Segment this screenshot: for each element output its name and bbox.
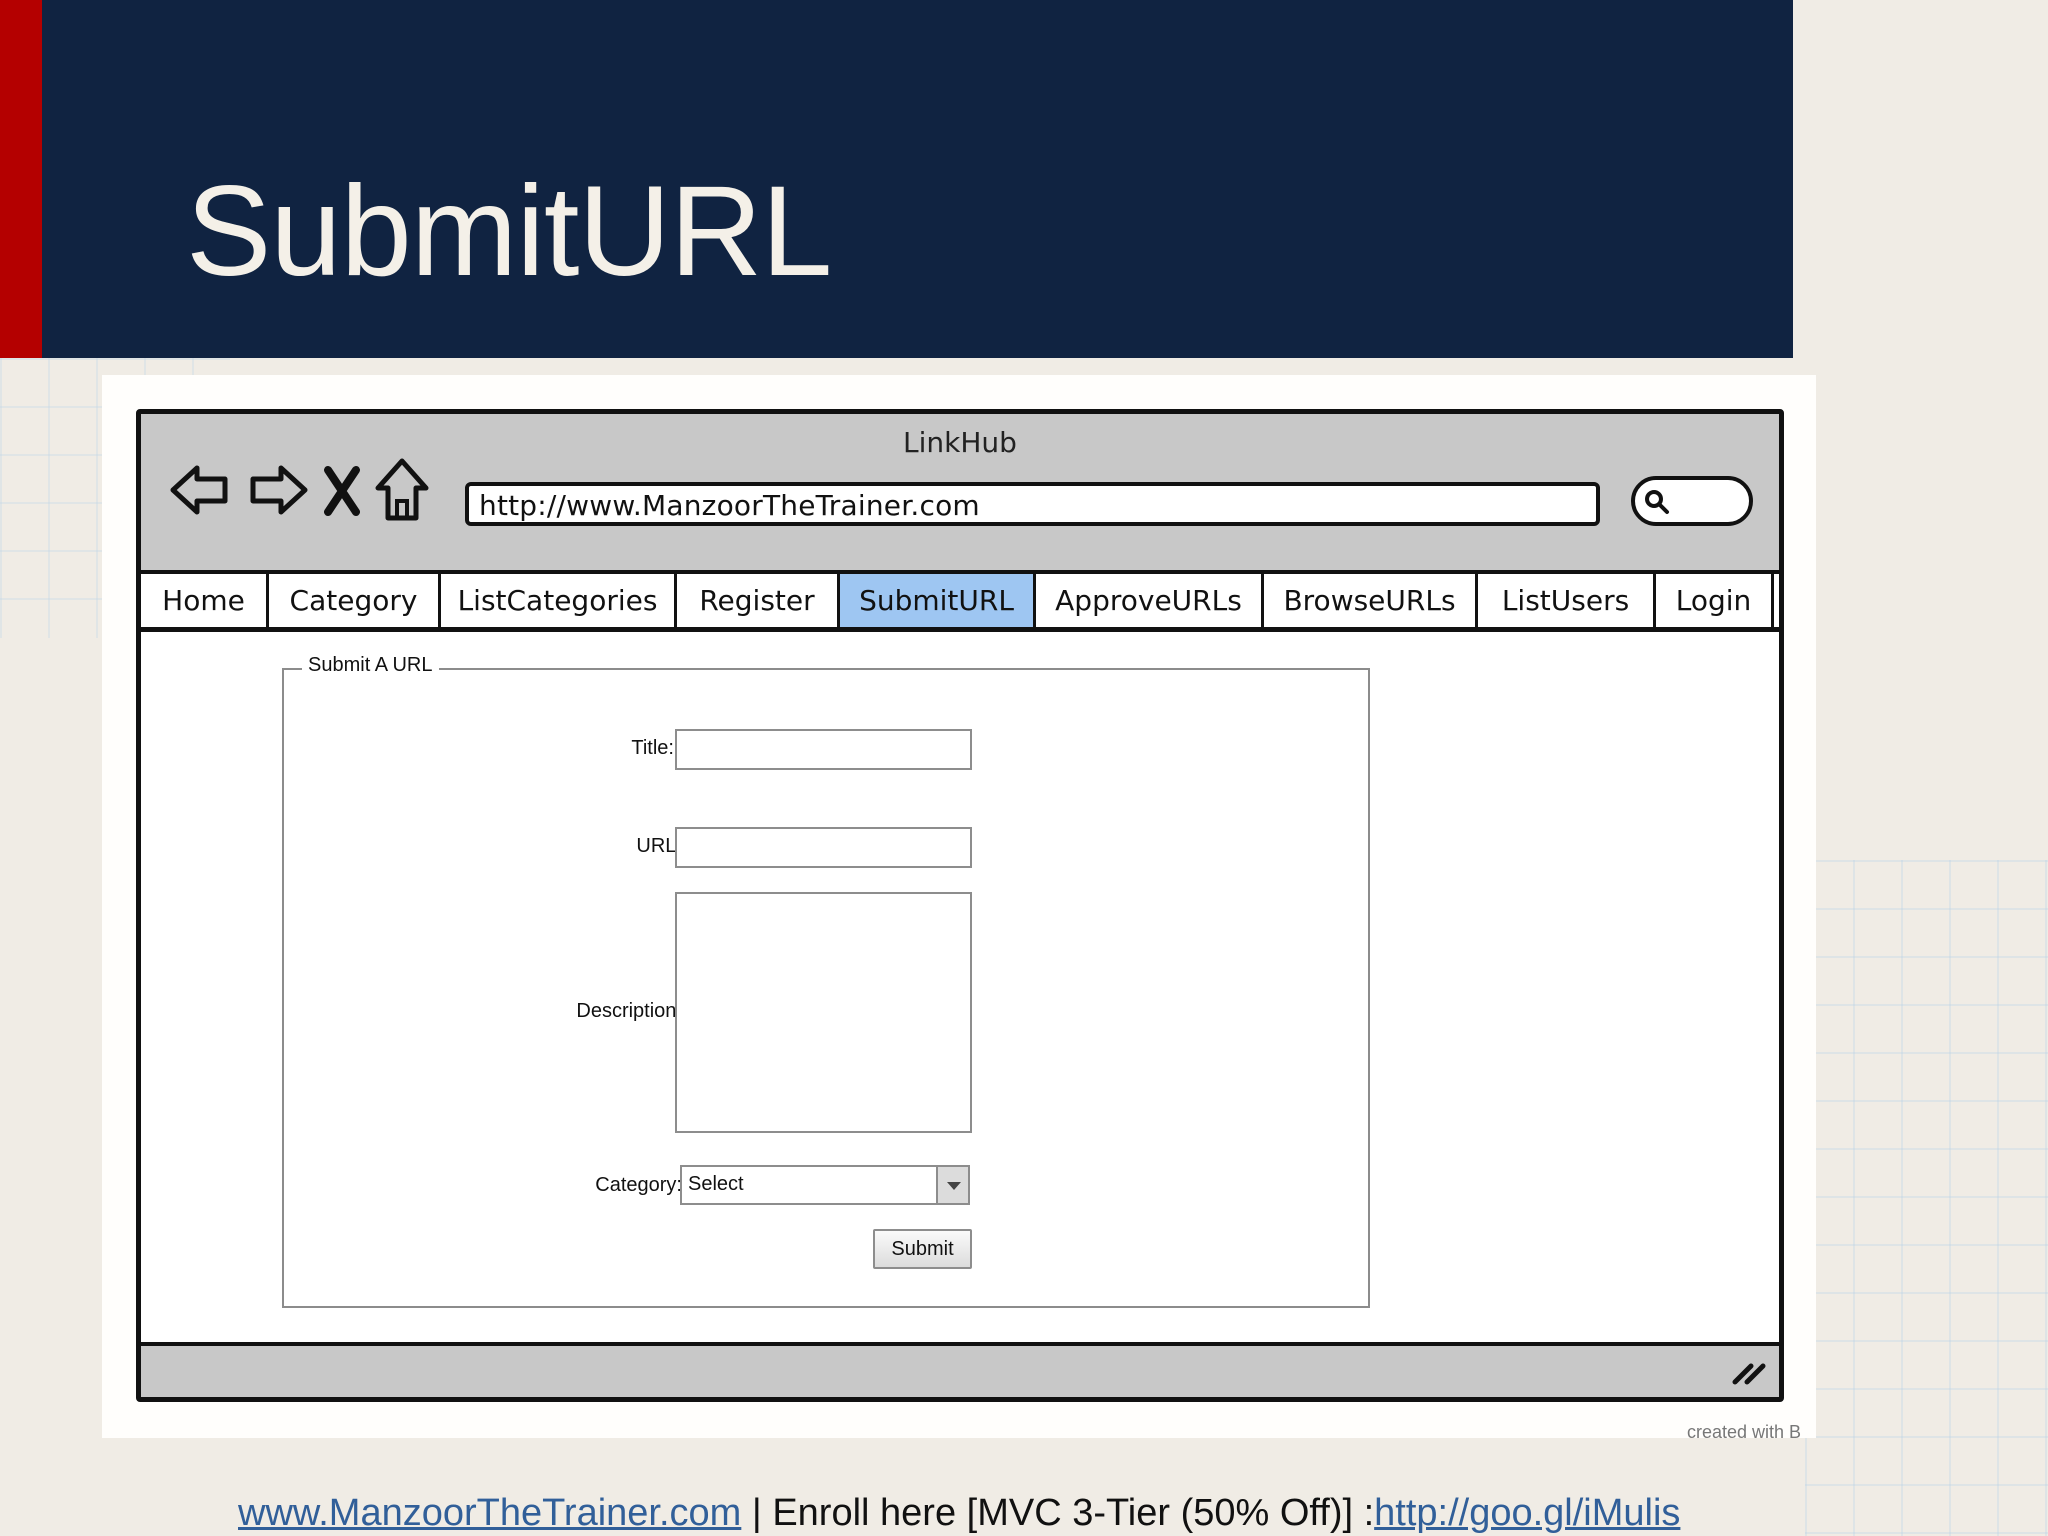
tab-list-users[interactable]: ListUsers	[1478, 574, 1656, 627]
category-select[interactable]: Select	[680, 1165, 970, 1205]
resize-grip-icon[interactable]	[1731, 1358, 1767, 1386]
category-selected-value: Select	[688, 1173, 744, 1195]
back-arrow-icon[interactable]	[169, 459, 231, 521]
submit-url-form: Submit A URL Title: URL: Description: Ca…	[282, 654, 1370, 1308]
tab-login[interactable]: Login	[1656, 574, 1774, 627]
tab-home[interactable]: Home	[141, 574, 269, 627]
header-accent-stripe	[0, 0, 42, 358]
url-input[interactable]	[675, 827, 972, 868]
tab-browse-urls-label: BrowseURLs	[1283, 584, 1456, 617]
slide-header: SubmitURL	[0, 0, 1793, 358]
tab-browse-urls[interactable]: BrowseURLs	[1264, 574, 1478, 627]
tab-list-users-label: ListUsers	[1501, 584, 1630, 617]
chevron-down-icon	[947, 1182, 961, 1190]
tab-home-label: Home	[162, 584, 245, 617]
category-label: Category:	[595, 1174, 682, 1196]
slide-footer: www.ManzoorTheTrainer.com | Enroll here …	[238, 1492, 1680, 1535]
address-bar[interactable]: http://www.ManzoorTheTrainer.com	[465, 482, 1600, 526]
manzoor-site-link[interactable]: www.ManzoorTheTrainer.com	[238, 1492, 741, 1534]
navigation-tabs: Home Category ListCategories Register Su…	[141, 574, 1779, 632]
tab-login-label: Login	[1675, 584, 1752, 617]
title-label: Title:	[631, 737, 674, 759]
tab-list-categories[interactable]: ListCategories	[441, 574, 677, 627]
enroll-link[interactable]: http://goo.gl/iMulis	[1374, 1492, 1680, 1534]
tab-approve-urls-label: ApproveURLs	[1055, 584, 1242, 617]
tab-list-categories-label: ListCategories	[457, 584, 658, 617]
created-with-watermark: created with B	[1687, 1422, 1802, 1442]
tab-category-label: Category	[289, 584, 418, 617]
home-icon[interactable]	[373, 457, 431, 523]
search-icon	[1645, 490, 1669, 514]
form-legend: Submit A URL	[302, 654, 439, 677]
browser-toolbar: LinkHub http://www.ManzoorTheTrainer.com	[141, 414, 1779, 574]
page-content: Submit A URL Title: URL: Description: Ca…	[141, 637, 1779, 1357]
description-label: Description:	[576, 1000, 682, 1022]
browser-navigation-icons	[169, 457, 449, 529]
title-input[interactable]	[675, 729, 972, 770]
footer-enroll-text: | Enroll here [MVC 3-Tier (50% Off)] :	[741, 1492, 1375, 1534]
tab-category[interactable]: Category	[269, 574, 441, 627]
submit-button[interactable]: Submit	[873, 1229, 972, 1269]
slide: SubmitURL LinkHub http://www.ManzoorTheT…	[0, 0, 2048, 1536]
tab-submit-url[interactable]: SubmitURL	[840, 574, 1036, 627]
tab-approve-urls[interactable]: ApproveURLs	[1036, 574, 1264, 627]
url-label: URL:	[636, 835, 682, 857]
description-textarea[interactable]	[675, 892, 972, 1133]
slide-title: SubmitURL	[186, 160, 832, 303]
forward-arrow-icon[interactable]	[247, 459, 309, 521]
tab-submit-url-label: SubmitURL	[859, 584, 1014, 617]
browser-window: LinkHub http://www.ManzoorTheTrainer.com	[136, 409, 1784, 1402]
tab-register[interactable]: Register	[677, 574, 840, 627]
close-icon[interactable]	[323, 465, 361, 517]
browser-window-title: LinkHub	[903, 426, 1017, 459]
browser-search-box[interactable]	[1631, 476, 1753, 526]
browser-status-bar	[141, 1342, 1779, 1397]
tab-register-label: Register	[699, 584, 815, 617]
select-dropdown-button[interactable]	[936, 1167, 968, 1203]
decorative-grid-bottom-right	[1805, 860, 2048, 1536]
